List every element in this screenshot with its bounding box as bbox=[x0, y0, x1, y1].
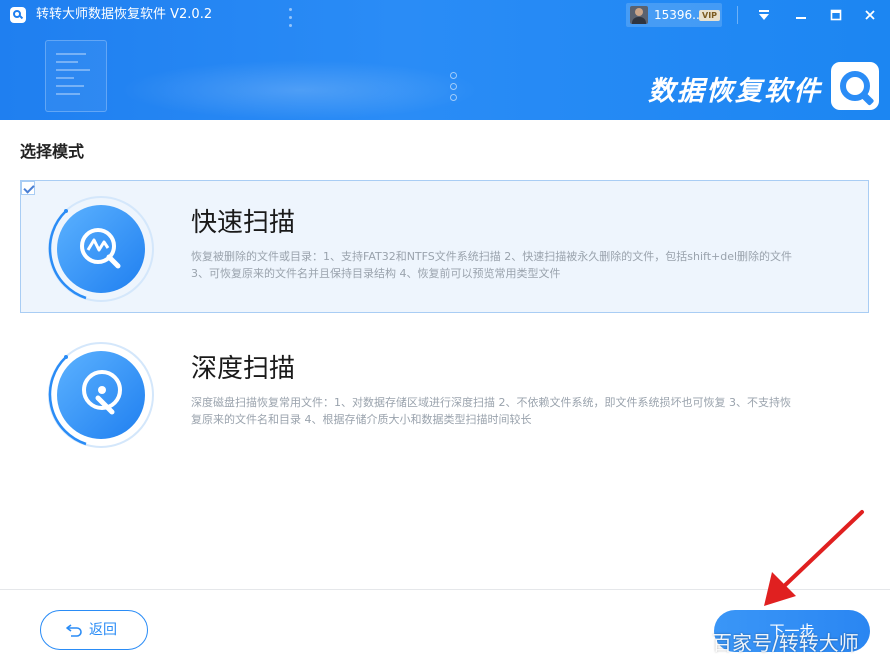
back-arrow-icon bbox=[66, 624, 82, 637]
quick-scan-description: 恢复被删除的文件或目录：1、支持FAT32和NTFS文件系统扫描 2、快速扫描被… bbox=[191, 250, 793, 280]
avatar bbox=[630, 6, 648, 24]
app-title: 转转大师数据恢复软件 V2.0.2 bbox=[36, 7, 213, 22]
header-decoration-dots bbox=[450, 72, 457, 105]
maximize-icon bbox=[830, 9, 842, 21]
close-button[interactable] bbox=[857, 3, 883, 27]
header-decoration-glow bbox=[120, 60, 480, 120]
close-icon bbox=[865, 10, 875, 20]
disk-probe-icon bbox=[48, 342, 154, 448]
menu-dropdown-button[interactable] bbox=[751, 3, 777, 27]
header-decoration-dots bbox=[289, 8, 293, 32]
title-bar: 转转大师数据恢复软件 V2.0.2 15396... VIP 数据恢复软件 bbox=[0, 0, 890, 120]
minimize-button[interactable] bbox=[788, 3, 814, 27]
header-decoration-panel bbox=[45, 40, 107, 112]
brand-logo-icon bbox=[831, 62, 879, 110]
vip-badge: VIP bbox=[699, 10, 721, 21]
maximize-button[interactable] bbox=[823, 3, 849, 27]
back-button[interactable]: 返回 bbox=[40, 610, 148, 650]
red-arrow-annotation-icon bbox=[764, 510, 864, 606]
chart-magnifier-icon bbox=[48, 196, 154, 302]
minimize-icon bbox=[796, 17, 806, 19]
deep-scan-description: 深度磁盘扫描恢复常用文件：1、对数据存储区域进行深度扫描 2、不依赖文件系统，即… bbox=[191, 396, 791, 426]
quick-scan-checkbox[interactable] bbox=[21, 181, 35, 195]
brand-text: 数据恢复软件 bbox=[648, 76, 822, 107]
watermark: 百家号/转转大师 bbox=[712, 631, 859, 655]
deep-scan-title: 深度扫描 bbox=[191, 354, 296, 384]
back-button-label: 返回 bbox=[89, 622, 117, 638]
deep-scan-option[interactable]: 深度扫描 深度磁盘扫描恢复常用文件：1、对数据存储区域进行深度扫描 2、不依赖文… bbox=[20, 326, 869, 459]
user-name: 15396... bbox=[654, 8, 704, 22]
dropdown-triangle-icon bbox=[759, 10, 769, 20]
quick-scan-option[interactable]: 快速扫描 恢复被删除的文件或目录：1、支持FAT32和NTFS文件系统扫描 2、… bbox=[20, 180, 869, 313]
quick-scan-title: 快速扫描 bbox=[191, 208, 296, 238]
user-account[interactable]: 15396... VIP bbox=[626, 3, 722, 27]
section-title: 选择模式 bbox=[20, 142, 85, 161]
title-bar-divider bbox=[737, 6, 738, 24]
app-logo-icon bbox=[10, 7, 26, 23]
